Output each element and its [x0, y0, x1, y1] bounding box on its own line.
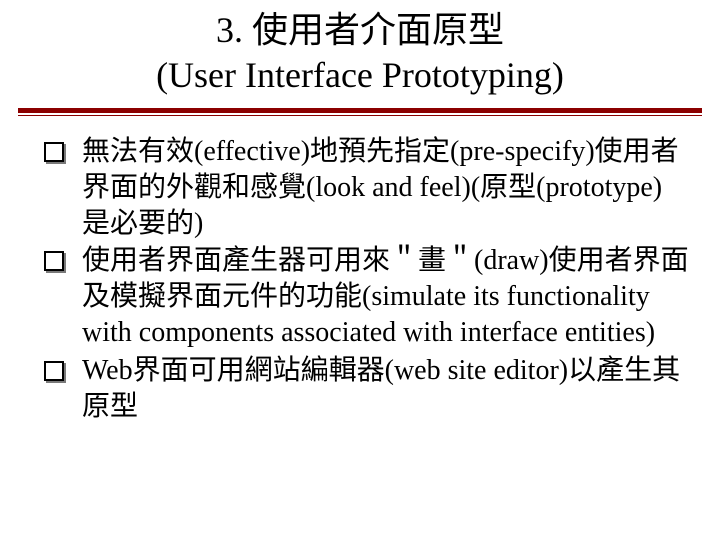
list-item: 使用者界面產生器可用來＂畫＂(draw)使用者界面及模擬界面元件的功能(simu…: [40, 243, 690, 350]
title-underline: [18, 108, 702, 116]
bullet-text: Web界面可用網站編輯器(web site editor)以產生其原型: [82, 355, 680, 422]
bullet-list: 無法有效(effective)地預先指定(pre-specify)使用者界面的外…: [40, 134, 690, 425]
slide-title-line-1: 3. 使用者介面原型: [0, 8, 720, 53]
bullet-text: 無法有效(effective)地預先指定(pre-specify)使用者界面的外…: [82, 136, 679, 239]
slide-content: 無法有效(effective)地預先指定(pre-specify)使用者界面的外…: [0, 116, 720, 425]
bullet-text: 使用者界面產生器可用來＂畫＂(draw)使用者界面及模擬界面元件的功能(simu…: [82, 245, 689, 348]
list-item: Web界面可用網站編輯器(web site editor)以產生其原型: [40, 353, 690, 425]
slide: 3. 使用者介面原型 (User Interface Prototyping) …: [0, 0, 720, 540]
list-item: 無法有效(effective)地預先指定(pre-specify)使用者界面的外…: [40, 134, 690, 241]
slide-title-line-2: (User Interface Prototyping): [0, 53, 720, 98]
slide-title-block: 3. 使用者介面原型 (User Interface Prototyping): [0, 0, 720, 102]
